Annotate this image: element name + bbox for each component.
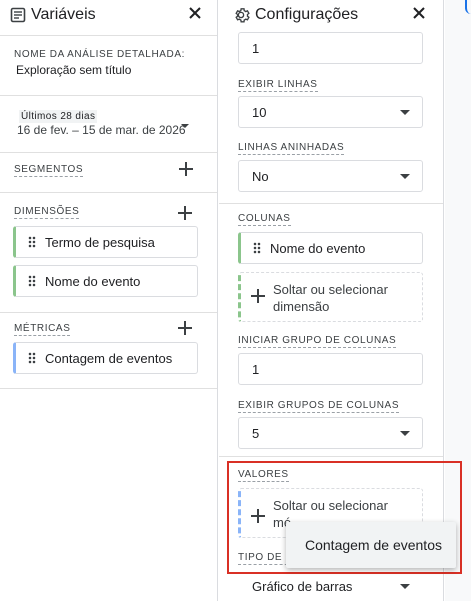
- metrics-label: MÉTRICAS: [14, 323, 71, 336]
- dropdown-caret-icon: [400, 431, 410, 436]
- drag-handle-icon[interactable]: [28, 275, 36, 287]
- show-column-groups-select[interactable]: 5: [238, 417, 423, 449]
- settings-title: Configurações: [255, 6, 359, 23]
- settings-header: Configurações: [219, 0, 443, 30]
- tab-indicator-icon[interactable]: [465, 0, 471, 14]
- drop-text-line: dimensão: [273, 299, 330, 314]
- divider: [0, 312, 217, 313]
- drop-text-line: Soltar ou selecionar: [273, 282, 388, 297]
- dropdown-caret-icon: [400, 110, 410, 115]
- drag-handle-icon[interactable]: [28, 236, 36, 248]
- show-column-groups-value: 5: [252, 425, 260, 441]
- metric-option-popup[interactable]: Contagem de eventos: [286, 522, 456, 568]
- chart-type-value: Gráfico de barras: [252, 578, 353, 594]
- list-icon: [10, 7, 26, 23]
- divider: [0, 192, 217, 193]
- variables-title: Variáveis: [31, 6, 96, 23]
- dimension-label: Termo de pesquisa: [45, 234, 155, 250]
- dropdown-caret-icon: [400, 584, 410, 589]
- chevron-down-icon: [181, 124, 189, 128]
- canvas-strip: [445, 0, 471, 601]
- start-column-group-label: INICIAR GRUPO DE COLUNAS: [238, 335, 397, 348]
- divider: [0, 388, 217, 389]
- show-rows-select[interactable]: 10: [238, 96, 423, 128]
- divider: [219, 203, 443, 204]
- plus-icon: [251, 289, 265, 303]
- nested-rows-select[interactable]: No: [238, 160, 423, 192]
- nested-rows-value: No: [252, 168, 269, 184]
- metric-chip-event-count[interactable]: Contagem de eventos: [13, 342, 198, 374]
- start-column-group-field[interactable]: 1: [238, 353, 423, 385]
- drop-text-line: Soltar ou selecionar: [273, 498, 388, 513]
- values-label: VALORES: [238, 469, 289, 482]
- settings-panel: Configurações 1 EXIBIR LINHAS 10 LINHAS …: [219, 0, 444, 601]
- metric-option-event-count[interactable]: Contagem de eventos: [305, 537, 442, 553]
- dimension-label: Nome do evento: [45, 273, 141, 289]
- close-settings-icon[interactable]: [409, 3, 429, 23]
- add-metric-icon[interactable]: [177, 320, 193, 336]
- show-rows-value: 10: [252, 104, 267, 120]
- date-range-value: 16 de fev. – 15 de mar. de 2026: [17, 123, 186, 137]
- variables-header: Variáveis: [0, 0, 217, 30]
- variables-panel: Variáveis NOME DA ANÁLISE DETALHADA: Exp…: [0, 0, 218, 601]
- date-range-label: Últimos 28 dias: [19, 110, 98, 123]
- divider: [0, 152, 217, 153]
- divider: [0, 35, 217, 36]
- analysis-name-label: NOME DA ANÁLISE DETALHADA:: [14, 49, 186, 60]
- plus-icon: [251, 509, 265, 523]
- columns-drop-zone[interactable]: Soltar ou selecionar dimensão: [238, 272, 423, 322]
- divider: [219, 456, 443, 457]
- start-column-group-value: 1: [252, 361, 260, 377]
- gear-icon: [232, 6, 250, 24]
- dimension-chip-event-name[interactable]: Nome do evento: [13, 265, 198, 297]
- close-variables-icon[interactable]: [185, 3, 205, 23]
- segments-label: SEGMENTOS: [14, 164, 84, 177]
- date-range-selector[interactable]: Últimos 28 dias 16 de fev. – 15 de mar. …: [0, 96, 217, 152]
- columns-label: COLUNAS: [238, 213, 291, 226]
- add-segment-icon[interactable]: [178, 161, 194, 177]
- show-rows-label: EXIBIR LINHAS: [238, 79, 318, 92]
- add-dimension-icon[interactable]: [177, 205, 193, 221]
- chart-type-select[interactable]: Gráfico de barras: [238, 570, 423, 601]
- nested-rows-label: LINHAS ANINHADAS: [238, 142, 345, 155]
- drag-handle-icon[interactable]: [28, 352, 36, 364]
- top-value-field[interactable]: 1: [238, 32, 423, 64]
- columns-drop-text: Soltar ou selecionar dimensão: [273, 281, 388, 315]
- top-value: 1: [252, 40, 260, 56]
- analysis-name-value[interactable]: Exploração sem título: [16, 63, 131, 77]
- metric-label: Contagem de eventos: [45, 350, 173, 366]
- drag-handle-icon[interactable]: [253, 242, 261, 254]
- dimensions-label: DIMENSÕES: [14, 206, 80, 219]
- show-column-groups-label: EXIBIR GRUPOS DE COLUNAS: [238, 400, 400, 413]
- column-chip-event-name[interactable]: Nome do evento: [238, 232, 423, 264]
- dropdown-caret-icon: [400, 174, 410, 179]
- dimension-chip-search-term[interactable]: Termo de pesquisa: [13, 226, 198, 258]
- column-label: Nome do evento: [270, 240, 366, 256]
